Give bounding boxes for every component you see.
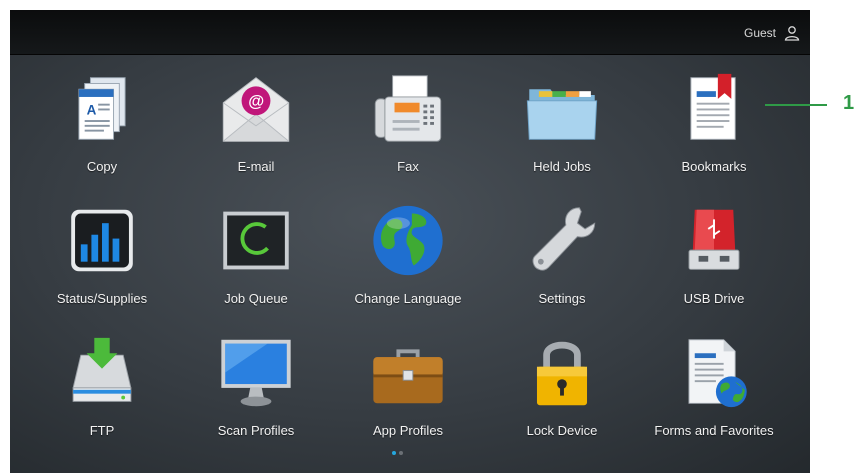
app-forms-and-favorites[interactable]: Forms and Favorites xyxy=(639,318,789,438)
app-change-language[interactable]: Change Language xyxy=(333,186,483,306)
app-held-jobs[interactable]: Held Jobs xyxy=(487,54,637,174)
app-fax[interactable]: Fax xyxy=(333,54,483,174)
padlock-icon xyxy=(536,341,588,406)
folder-icon xyxy=(526,89,598,140)
person-icon xyxy=(784,26,800,41)
bookmark-icon xyxy=(690,73,736,140)
home-screen: Guest A Copy @ E-mail Fax Held Jobs Book… xyxy=(10,10,810,473)
app-label: Fax xyxy=(397,159,419,174)
usb-drive-icon xyxy=(688,209,740,270)
app-scan-profiles[interactable]: Scan Profiles xyxy=(181,318,331,438)
app-label: Copy xyxy=(86,159,118,174)
page-indicator[interactable] xyxy=(392,451,403,455)
app-usb-drive[interactable]: USB Drive xyxy=(639,186,789,306)
briefcase-icon xyxy=(373,349,443,404)
app-label: Job Queue xyxy=(224,291,288,306)
app-copy[interactable]: A Copy xyxy=(27,54,177,174)
globe-icon xyxy=(373,205,443,276)
app-label: Bookmarks xyxy=(681,159,747,174)
app-label: Change Language xyxy=(354,291,462,306)
app-lock-device[interactable]: Lock Device xyxy=(487,318,637,438)
page-dot-2[interactable] xyxy=(399,451,403,455)
app-status-supplies[interactable]: Status/Supplies xyxy=(27,186,177,306)
app-label: App Profiles xyxy=(372,423,444,438)
copy-icon: A xyxy=(78,77,126,140)
wrench-icon xyxy=(532,207,596,271)
app-ftp[interactable]: FTP xyxy=(27,318,177,438)
app-job-queue[interactable]: Job Queue xyxy=(181,186,331,306)
app-label: Status/Supplies xyxy=(56,291,148,306)
email-icon: @ xyxy=(222,77,290,142)
app-label: Settings xyxy=(538,291,586,306)
forms-globe-icon xyxy=(688,339,747,408)
top-bar: Guest xyxy=(10,10,810,55)
app-settings[interactable]: Settings xyxy=(487,186,637,306)
fax-icon xyxy=(374,75,442,142)
app-label: FTP xyxy=(89,423,115,438)
svg-text:A: A xyxy=(87,102,97,117)
ftp-icon xyxy=(72,337,132,402)
app-email[interactable]: @ E-mail xyxy=(181,54,331,174)
app-label: Lock Device xyxy=(526,423,598,438)
job-queue-icon xyxy=(223,211,289,270)
page-dot-1[interactable] xyxy=(392,451,396,455)
svg-text:@: @ xyxy=(248,93,264,111)
callout-number: 1 xyxy=(843,92,855,114)
app-label: Scan Profiles xyxy=(217,423,295,438)
monitor-icon xyxy=(221,339,291,407)
app-label: E-mail xyxy=(237,159,275,174)
user-label: Guest xyxy=(743,26,776,40)
app-label: Held Jobs xyxy=(533,159,591,174)
app-label: USB Drive xyxy=(683,291,745,306)
bar-chart-icon xyxy=(71,209,133,272)
user-account[interactable]: Guest xyxy=(744,23,800,43)
app-app-profiles[interactable]: App Profiles xyxy=(333,318,483,438)
callout-line xyxy=(765,104,827,106)
app-label: Forms and Favorites xyxy=(654,423,774,438)
app-bookmarks[interactable]: Bookmarks xyxy=(639,54,789,174)
app-grid: A Copy @ E-mail Fax Held Jobs Bookmarks … xyxy=(10,54,810,454)
